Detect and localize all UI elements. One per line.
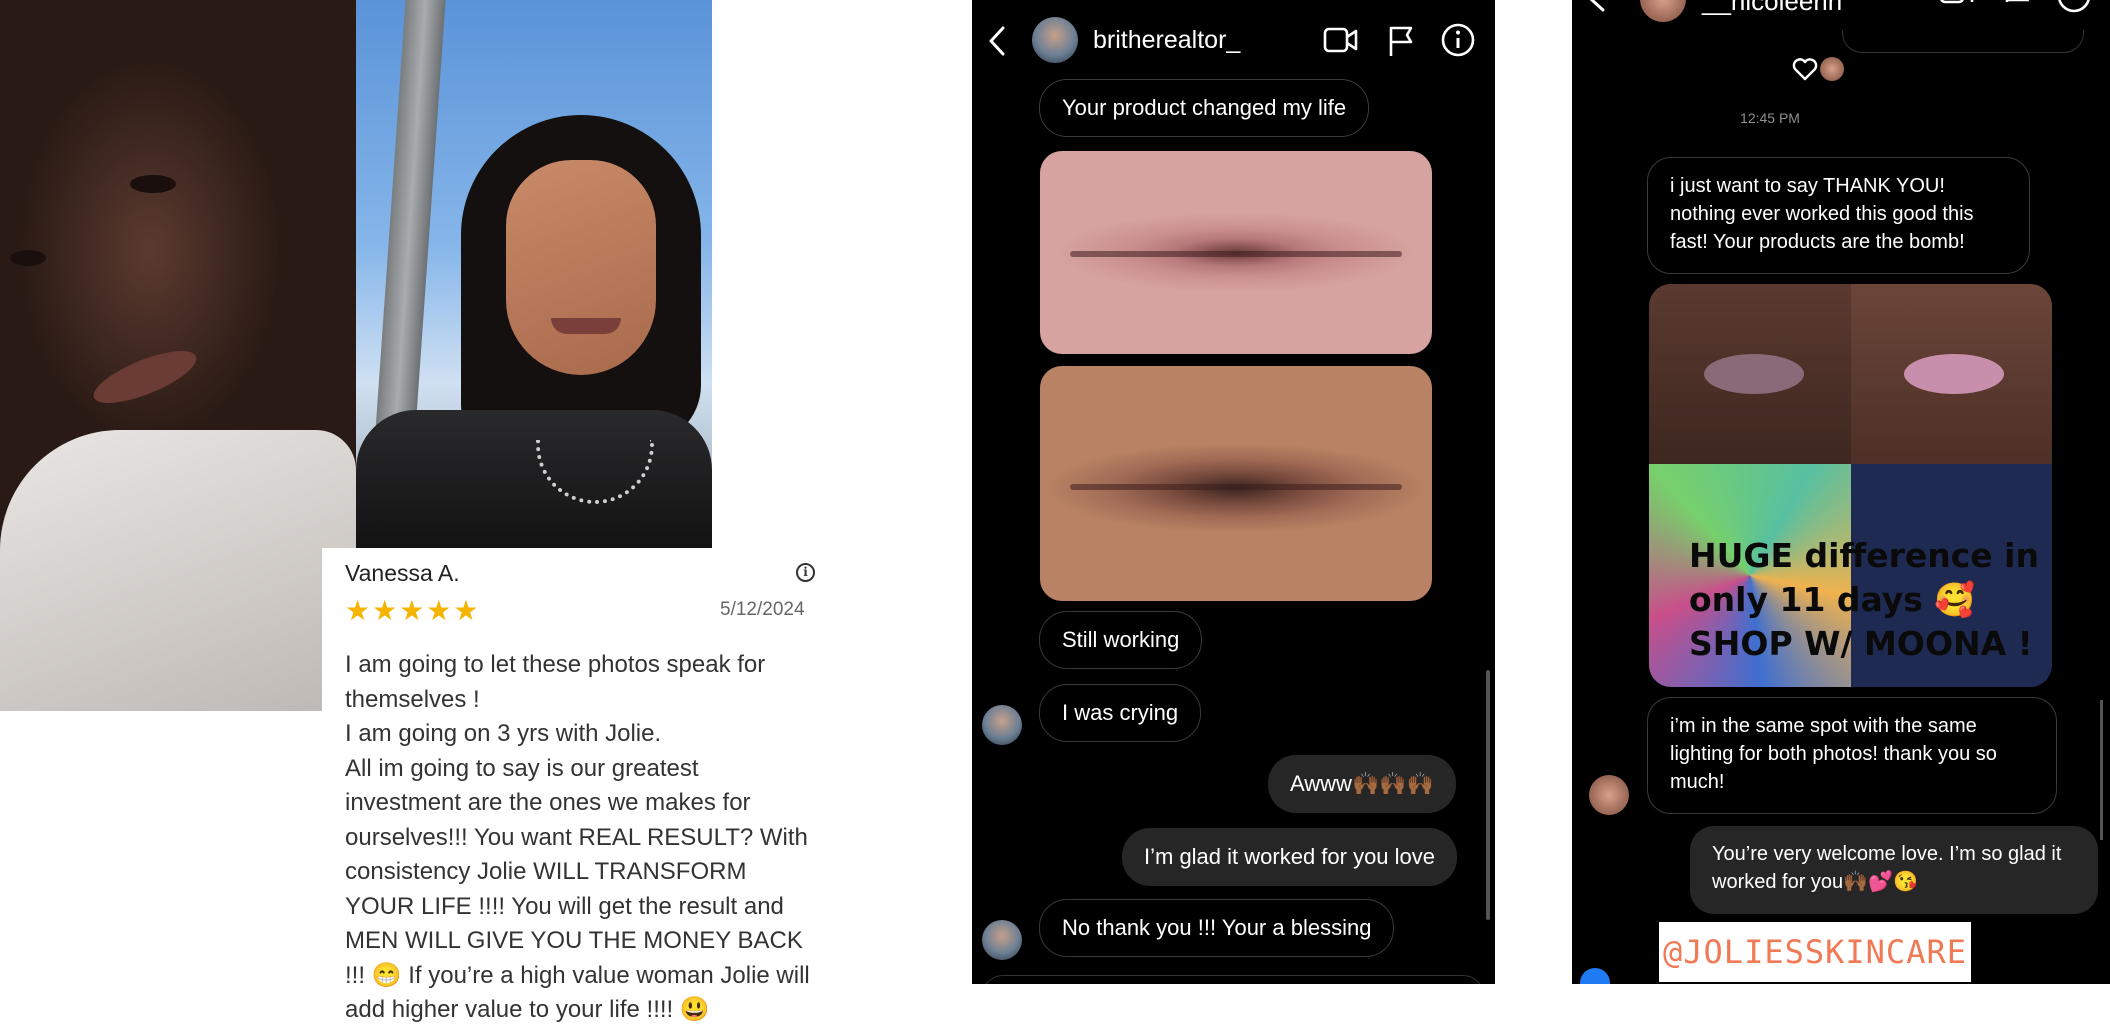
message-input[interactable] <box>982 975 1484 984</box>
message-bubble-sent: I’m glad it worked for you love <box>1122 828 1458 886</box>
info-icon[interactable] <box>1440 22 1476 58</box>
flag-icon[interactable] <box>1386 24 1416 58</box>
comparison-photo[interactable]: HUGE difference in only 11 days 🥰 SHOP W… <box>1649 284 2052 687</box>
video-call-icon[interactable] <box>1323 25 1359 55</box>
photo-caption: HUGE difference in only 11 days 🥰 SHOP W… <box>1689 536 2039 663</box>
dm-username[interactable]: britherealtor_ <box>1093 26 1240 55</box>
review-text: I am going to let these photos speak for… <box>345 651 810 1023</box>
rating-stars: ★★★★★ <box>345 595 481 626</box>
brand-handle-sticker: @JOLIESSKINCARE <box>1659 922 1971 982</box>
scrollbar[interactable] <box>2100 700 2103 840</box>
back-icon[interactable] <box>1586 0 1608 18</box>
lips-photo-after[interactable] <box>1040 366 1432 601</box>
sender-avatar[interactable] <box>982 920 1022 960</box>
dm-username[interactable]: __nicoleerin <box>1702 0 1842 17</box>
profile-avatar[interactable] <box>1032 17 1078 63</box>
message-bubble-sent: Awww🙌🏾🙌🏾🙌🏾 <box>1268 755 1457 813</box>
sender-avatar[interactable] <box>982 705 1022 745</box>
camera-button[interactable] <box>1580 968 1610 984</box>
review-date: 5/12/2024 <box>720 599 805 620</box>
profile-avatar[interactable] <box>1640 0 1686 22</box>
sender-avatar[interactable] <box>1589 775 1629 815</box>
heart-icon[interactable] <box>1792 57 1818 81</box>
lips-photo-before[interactable] <box>1040 151 1432 354</box>
message-timestamp: 12:45 PM <box>1740 110 1800 126</box>
message-bubble: Your product changed my life <box>1039 79 1370 137</box>
after-photo <box>356 0 712 548</box>
flag-icon[interactable] <box>2002 0 2032 16</box>
reaction-avatar <box>1820 57 1844 81</box>
before-photo <box>0 0 356 711</box>
message-bubble: I was crying <box>1039 684 1202 742</box>
message-bubble: i’m in the same spot with the same light… <box>1647 697 2057 814</box>
info-icon[interactable]: i <box>796 563 815 582</box>
info-icon[interactable] <box>2056 0 2092 16</box>
message-bubble: Still working <box>1039 611 1203 669</box>
back-icon[interactable] <box>986 24 1008 58</box>
message-bubble: i just want to say THANK YOU! nothing ev… <box>1647 157 2030 274</box>
message-bubble: No thank you !!! Your a blessing <box>1039 899 1395 957</box>
previous-message-edge <box>1842 30 2084 53</box>
message-bubble-sent: You’re very welcome love. I’m so glad it… <box>1690 826 2098 914</box>
reviewer-name: Vanessa A. <box>345 560 460 586</box>
scrollbar[interactable] <box>1486 670 1490 920</box>
video-call-icon[interactable] <box>1939 0 1975 16</box>
